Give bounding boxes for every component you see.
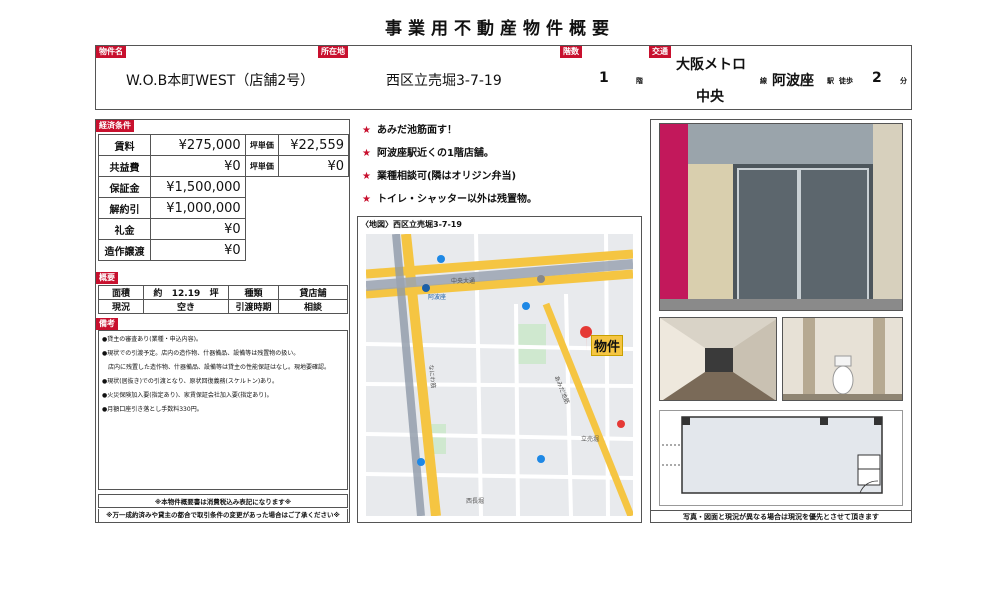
key-money-value: ¥0 (150, 218, 246, 240)
tsubo-value-1: ¥22,559 (278, 134, 349, 156)
map-label-awaza: 阿波座 (428, 294, 447, 301)
map-label-itachibori: 立売堀 (581, 436, 600, 443)
area-unit: 坪 (209, 289, 219, 299)
transfer-value: ¥0 (150, 239, 246, 261)
page-title: 事業用不動産物件概要 (385, 19, 615, 39)
walk-minutes: 2 (872, 70, 882, 86)
star-icon: ★ (362, 171, 371, 182)
map-caption: 〈地図〉西区立売堀3-7-19 (361, 220, 462, 229)
remark-line: ●火災保険加入要(指定あり)、家賃保証会社加入要(指定あり)。 (102, 392, 273, 399)
line-unit: 線 (760, 77, 767, 85)
area-number: 12.19 (171, 289, 201, 299)
toilet-photo (782, 317, 903, 401)
metro-line-name: 大阪メトロ (676, 57, 746, 73)
tsubo-label-2: 坪単価 (244, 155, 280, 177)
map-image[interactable]: 物件 中央大通 立売堀 あみだ池筋 西長堀 阿波座 なにわ筋 (366, 234, 633, 516)
common-fee-label: 共益費 (97, 155, 152, 177)
storefront-photo (659, 123, 903, 311)
disclaimer: ※万一成約済みや貸主の都合で取引条件の変更があった場合はご了承ください※ (98, 509, 348, 522)
metro-line-sub: 中央 (696, 89, 724, 105)
feature-item: ★ 業種相談可(隣はオリジン弁当) (362, 171, 517, 182)
feature-list: ★ あみだ池筋面す！ ★ 阿波座駅近くの1階店舗。 ★ 業種相談可(隣はオリジン弁当)… (362, 119, 642, 211)
tsubo-label-1: 坪単価 (244, 134, 280, 156)
area-approx: 約 (153, 289, 163, 299)
walk-label: 徒歩 (839, 77, 853, 85)
walk-unit: 分 (900, 77, 907, 85)
status-label: 現況 (98, 299, 144, 314)
transfer-label: 造作譲渡 (97, 239, 152, 261)
station-name: 阿波座 (772, 73, 814, 89)
area-label: 面積 (98, 285, 144, 300)
handover-label: 引渡時期 (228, 299, 279, 314)
star-icon: ★ (362, 194, 371, 205)
status-value: 空き (143, 299, 229, 314)
overview-table: 面積 約 12.19 坪 種類 貸店舗 現況 空き 引渡時期 相談 (98, 285, 348, 314)
interior-photo (659, 317, 777, 401)
feature-item: ★ トイレ・シャッター以外は残置物。 (362, 194, 537, 205)
floor-plan (659, 410, 903, 506)
tax-note: ※本物件概要書は消費税込み表記になります※ (98, 494, 348, 508)
type-value: 貸店舗 (278, 285, 348, 300)
rent-value: ¥275,000 (150, 134, 246, 156)
floor-value: 1 (599, 70, 609, 86)
common-fee-value: ¥0 (150, 155, 246, 177)
remarks-label: 備考 (96, 318, 118, 330)
remark-line: 店内に残置した造作物、什器備品、設備等は貸主の性能保証はなし。現地要確認。 (102, 364, 331, 371)
conditions-label: 経済条件 (96, 120, 134, 132)
floor-label: 階数 (560, 46, 582, 58)
rent-label: 賃料 (97, 134, 152, 156)
station-unit: 駅 (827, 77, 834, 85)
key-money-label: 礼金 (97, 218, 152, 240)
photos-footer: 写真・図面と現況が異なる場合は現況を優先とさせて頂きます (651, 510, 911, 524)
feature-item: ★ あみだ池筋面す！ (362, 125, 457, 136)
map-label-chuo-odori: 中央大通 (451, 278, 476, 285)
photo-panel: 写真・図面と現況が異なる場合は現況を優先とさせて頂きます (650, 119, 912, 523)
property-name-label: 物件名 (96, 46, 126, 58)
amortization-label: 解約引 (97, 197, 152, 219)
star-icon: ★ (362, 148, 371, 159)
deposit-label: 保証金 (97, 176, 152, 198)
remark-line: ●貸主の審査あり(業種・申込内容)。 (102, 336, 202, 343)
map-panel: 〈地図〉西区立売堀3-7-19 物件 中央大通 立売堀 あみだ池筋 西長堀 阿波… (357, 216, 642, 523)
property-name: W.O.B本町WEST（店舗2号） (126, 73, 315, 89)
location: 西区立売堀3-7-19 (386, 73, 502, 89)
overview-label: 概要 (96, 272, 118, 284)
type-label: 種類 (228, 285, 279, 300)
transport-label: 交通 (649, 46, 671, 58)
remarks-box: ●貸主の審査あり(業種・申込内容)。 ●現状での引渡予定。店内の造作物、什器備品… (98, 330, 348, 490)
star-icon: ★ (362, 125, 371, 136)
left-panel: 経済条件 賃料 ¥275,000 坪単価 ¥22,559 共益費 ¥0 坪単価 … (95, 119, 350, 523)
remark-line: ●月額口座引き落とし手数料330円。 (102, 406, 203, 413)
map-marker-label: 物件 (591, 335, 624, 356)
feature-item: ★ 阿波座駅近くの1階店舗。 (362, 148, 494, 159)
floor-unit: 階 (636, 77, 643, 85)
amortization-value: ¥1,000,000 (150, 197, 246, 219)
handover-value: 相談 (278, 299, 348, 314)
location-label: 所在地 (318, 46, 348, 58)
conditions-table: 賃料 ¥275,000 坪単価 ¥22,559 共益費 ¥0 坪単価 ¥0 保証… (97, 134, 349, 261)
tsubo-value-2: ¥0 (278, 155, 349, 177)
remark-line: ●現状での引渡予定。店内の造作物、什器備品、設備等は残置物の扱い。 (102, 350, 300, 357)
map-label-nishinagahori: 西長堀 (466, 498, 485, 505)
area-value: 約 12.19 坪 (143, 285, 229, 300)
deposit-value: ¥1,500,000 (150, 176, 246, 198)
remark-line: ●現状(居抜き)での引渡となり、原状回復義務(スケルトン)あり。 (102, 378, 279, 385)
property-header: 物件名 W.O.B本町WEST（店舗2号） 所在地 西区立売堀3-7-19 階数… (95, 45, 912, 110)
